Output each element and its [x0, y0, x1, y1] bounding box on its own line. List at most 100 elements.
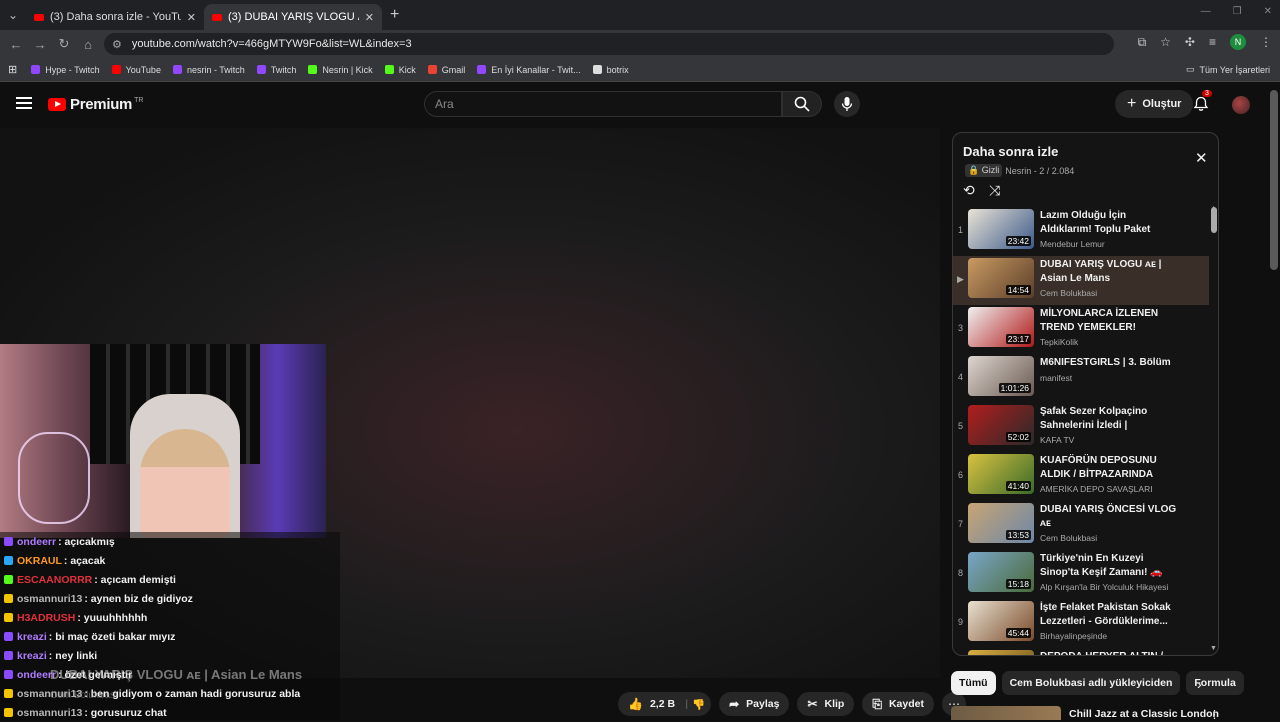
video-title[interactable]: DUBAI YARIŞ ÖNCESİ VLOG ᴀᴇ — [1040, 503, 1180, 530]
bookmark-star-icon[interactable]: ☆ — [1160, 35, 1171, 49]
new-tab-icon[interactable]: + — [390, 6, 399, 24]
all-bookmarks[interactable]: ▭ Tüm Yer İşaretleri — [1186, 64, 1270, 75]
browser-menu-icon[interactable]: ⋮ — [1260, 35, 1272, 49]
reload-icon[interactable]: ↻ — [52, 36, 76, 52]
url-bar[interactable]: ⚙ youtube.com/watch?v=466gMTYW9Fo&list=W… — [104, 33, 1114, 55]
video-thumbnail[interactable]: 13:53 — [968, 503, 1034, 543]
media-controls-icon[interactable]: ≡ — [1209, 35, 1216, 49]
video-thumbnail[interactable]: 23:42 — [968, 209, 1034, 249]
clip-button[interactable]: ✂ Klip — [797, 692, 855, 716]
playlist-item[interactable]: 5 52:02 Şafak Sezer Kolpaçino Sahnelerini … — [953, 403, 1209, 452]
channel-name[interactable]: AMERİKA DEPO SAVAŞLARI — [1040, 484, 1180, 494]
playlist-title[interactable]: Daha sonra izle — [963, 144, 1058, 159]
search-input[interactable]: Ara — [424, 91, 782, 117]
video-title[interactable]: Şafak Sezer Kolpaçino Sahnelerini İzledi… — [1040, 405, 1180, 432]
bookmark-item[interactable]: Kick — [384, 65, 416, 75]
playlist-item[interactable]: ▶ 14:54 DUBAI YARIŞ VLOGU ᴀᴇ | Asian Le Ma… — [953, 256, 1209, 305]
more-vertical-icon[interactable]: ⋮ — [1209, 708, 1220, 721]
close-window-icon[interactable]: ✕ — [1264, 6, 1272, 17]
home-icon[interactable]: ⌂ — [76, 37, 100, 52]
bookmark-item[interactable]: En İyi Kanallar - Twit... — [477, 65, 581, 75]
bookmark-item[interactable]: Nesrin | Kick — [308, 65, 373, 75]
scroll-down-icon[interactable]: ▼ — [1210, 645, 1217, 652]
chevron-right-icon[interactable]: › — [1197, 676, 1202, 692]
filter-chip[interactable]: Cem Bolukbasi adlı yükleyiciden — [1001, 671, 1181, 695]
video-title[interactable]: KUAFÖRÜN DEPOSUNU ALDIK / BİTPAZARINDA S… — [1040, 454, 1180, 481]
hamburger-menu-icon[interactable] — [16, 97, 32, 112]
playlist-item[interactable]: 6 41:40 KUAFÖRÜN DEPOSUNU ALDIK / BİTPAZAR… — [953, 452, 1209, 501]
channel-name[interactable]: KAFA TV — [1040, 435, 1180, 445]
search-button[interactable] — [782, 91, 822, 117]
browser-tab-video[interactable]: (3) DUBAI YARIŞ VLOGU ᴀᴇ | Asian Le Mans… — [204, 4, 382, 30]
video-title[interactable]: MİLYONLARCA İZLENEN TREND YEMEKLER! — [1040, 307, 1180, 334]
channel-name[interactable]: Mendebur Lemur — [1040, 239, 1180, 249]
bookmark-item[interactable]: Twitch — [256, 65, 296, 75]
account-avatar[interactable] — [1232, 96, 1250, 114]
close-tab-icon[interactable]: ✕ — [187, 11, 196, 24]
bookmark-item[interactable]: YouTube — [111, 65, 161, 75]
video-thumbnail[interactable]: 1:01:26 — [968, 356, 1034, 396]
thumbs-down-icon[interactable]: 👎 — [692, 698, 705, 711]
page-scrollbar[interactable] — [1270, 90, 1278, 270]
video-title[interactable]: DUBAI YARIŞ VLOGU ᴀᴇ | Asian Le Mans — [1040, 258, 1180, 285]
forward-icon[interactable]: → — [28, 37, 52, 52]
notifications-button[interactable]: 3 — [1193, 90, 1212, 115]
save-button[interactable]: ⎘ Kaydet — [862, 692, 934, 716]
playlist-item[interactable]: 3 23:17 MİLYONLARCA İZLENEN TREND YEMEKLER… — [953, 305, 1209, 354]
profile-avatar[interactable]: N — [1230, 34, 1246, 50]
close-tab-icon[interactable]: ✕ — [365, 11, 374, 24]
playlist-item[interactable]: 9 45:44 İşte Felaket Pakistan Sokak Lezzet… — [953, 599, 1209, 648]
create-button[interactable]: + Oluştur — [1115, 90, 1194, 118]
channel-name[interactable]: Alp Kırşan'la Bir Yolculuk Hikayesi — [1040, 582, 1180, 592]
loop-icon[interactable]: ⟲ — [963, 182, 975, 199]
recommended-title[interactable]: Chill Jazz at a Classic London — [1069, 708, 1219, 720]
install-app-icon[interactable]: ⧉ — [1138, 35, 1147, 50]
playlist-item[interactable]: 1 23:42 Lazım Olduğu İçin Aldıklarım! Topl… — [953, 207, 1209, 256]
recommended-video[interactable]: Chill Jazz at a Classic London ⋮ — [951, 706, 1221, 721]
channel-name[interactable]: TepkiKolik — [1040, 337, 1180, 347]
filter-chip[interactable]: Formula — [1186, 671, 1244, 695]
video-thumbnail[interactable]: 23:17 — [968, 307, 1034, 347]
playlist-item[interactable]: 10DEPODA HERYER ALTIN / YILIN — [953, 648, 1209, 655]
close-playlist-icon[interactable]: ✕ — [1195, 149, 1208, 167]
shuffle-icon[interactable]: ⤨ — [989, 182, 1000, 199]
bookmark-item[interactable]: nesrin - Twitch — [172, 65, 245, 75]
video-thumbnail[interactable] — [968, 650, 1034, 655]
site-info-icon[interactable]: ⚙ — [112, 38, 122, 51]
bookmark-item[interactable]: Hype - Twitch — [31, 65, 100, 75]
share-button[interactable]: ➦ Paylaş — [719, 692, 790, 716]
playlist-item[interactable]: 8 15:18 Türkiye'nin En Kuzeyi Sinop'ta Keş… — [953, 550, 1209, 599]
voice-search-button[interactable] — [834, 91, 860, 117]
channel-name[interactable]: Cem Bolukbasi — [1040, 288, 1180, 298]
recommended-thumbnail[interactable] — [951, 706, 1061, 720]
video-thumbnail[interactable]: 41:40 — [968, 454, 1034, 494]
video-thumbnail[interactable]: 15:18 — [968, 552, 1034, 592]
back-icon[interactable]: ← — [4, 37, 28, 52]
like-button[interactable]: 👍 2,2 B | 👎 — [618, 692, 712, 716]
browser-tab-watch-later[interactable]: (3) Daha sonra izle - YouTube ✕ — [26, 4, 204, 30]
minimize-icon[interactable]: — — [1201, 6, 1211, 17]
channel-name[interactable]: Birhayalinpeşinde — [1040, 631, 1180, 641]
bookmark-item[interactable]: botrix — [592, 65, 629, 75]
tab-search-icon[interactable]: ⌄ — [0, 8, 26, 22]
playlist-item[interactable]: 7 13:53 DUBAI YARIŞ ÖNCESİ VLOG ᴀᴇ Cem Bolu… — [953, 501, 1209, 550]
channel-name[interactable]: Cem Bolukbasi — [50, 690, 117, 701]
video-title[interactable]: Lazım Olduğu İçin Aldıklarım! Toplu Pake… — [1040, 209, 1180, 236]
video-title[interactable]: M6NIFESTGIRLS | 3. Bölüm — [1040, 356, 1180, 370]
video-title[interactable]: İşte Felaket Pakistan Sokak Lezzetleri -… — [1040, 601, 1180, 628]
playlist-item[interactable]: 4 1:01:26 M6NIFESTGIRLS | 3. Bölüm manifest — [953, 354, 1209, 403]
channel-name[interactable]: manifest — [1040, 373, 1180, 383]
channel-name[interactable]: Cem Bolukbasi — [1040, 533, 1180, 543]
apps-grid-icon[interactable]: ⊞ — [8, 63, 17, 76]
video-title[interactable]: DEPODA HERYER ALTIN / YILIN — [1040, 650, 1180, 655]
bookmark-item[interactable]: Gmail — [427, 65, 465, 75]
youtube-premium-logo[interactable]: Premium TR — [48, 96, 143, 113]
video-thumbnail[interactable]: 52:02 — [968, 405, 1034, 445]
video-thumbnail[interactable]: 45:44 — [968, 601, 1034, 641]
extensions-icon[interactable]: ✣ — [1185, 35, 1195, 49]
video-title[interactable]: Türkiye'nin En Kuzeyi Sinop'ta Keşif Zam… — [1040, 552, 1180, 579]
filter-chip[interactable]: Tümü — [951, 671, 996, 695]
playlist-scrollbar[interactable] — [1211, 207, 1217, 233]
maximize-icon[interactable]: ❐ — [1233, 6, 1242, 17]
video-thumbnail[interactable]: 14:54 — [968, 258, 1034, 298]
